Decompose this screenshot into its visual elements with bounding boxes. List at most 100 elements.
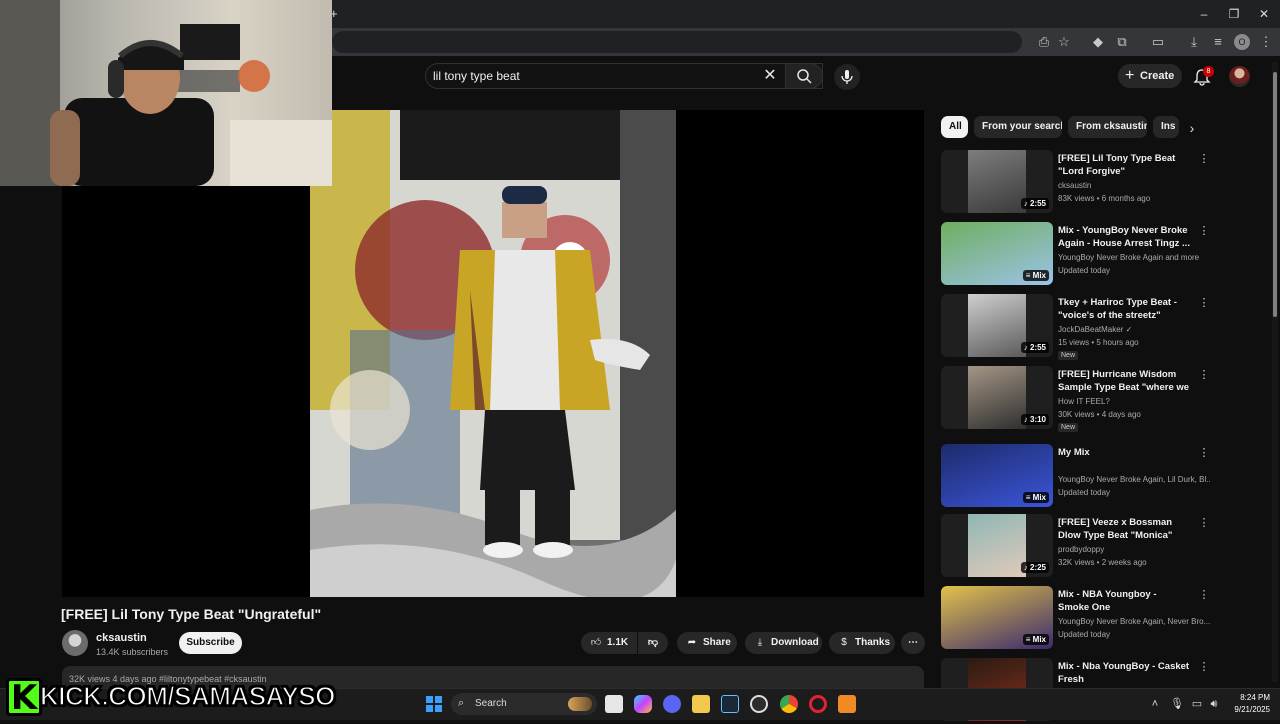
puzzle-icon[interactable]: ⧉ xyxy=(1114,34,1130,50)
install-icon[interactable]: ⎙ xyxy=(1036,34,1052,50)
extension-diamond-icon[interactable]: ◆ xyxy=(1090,34,1106,50)
chevron-right-icon[interactable]: › xyxy=(1183,119,1201,137)
task-view-icon[interactable] xyxy=(605,695,623,713)
recommendation-item[interactable]: ♪ 3:10 [FREE] Hurricane Wisdom Sample Typ… xyxy=(941,366,1211,432)
channel-name[interactable]: cksaustin xyxy=(96,632,147,644)
more-vertical-icon[interactable]: ⋮ xyxy=(1198,588,1210,602)
download-icon[interactable]: ⤓ xyxy=(1186,34,1202,50)
dislike-button[interactable]: 👎︎ xyxy=(638,632,668,654)
clear-search-icon[interactable]: ✕ xyxy=(761,67,779,85)
file-explorer-icon[interactable] xyxy=(692,695,710,713)
share-button[interactable]: ➦ Share xyxy=(677,632,737,654)
recommendation-thumbnail[interactable]: ♪ 3:10 xyxy=(941,366,1053,429)
duration-badge: ♪ 2:55 xyxy=(1020,198,1049,209)
search-icon: ⌕ xyxy=(458,697,465,709)
thanks-button[interactable]: $ Thanks xyxy=(829,632,895,654)
recommendation-title[interactable]: [FREE] Veeze x Bossman Dlow Type Beat "M… xyxy=(1058,516,1190,542)
chip-all[interactable]: All xyxy=(941,116,968,138)
duration-badge: ≡ Mix xyxy=(1022,634,1049,645)
chip-from-your-search[interactable]: From your search xyxy=(974,116,1062,138)
recommendation-item[interactable]: ≡ Mix My Mix YoungBoy Never Broke Again, L… xyxy=(941,444,1211,510)
more-vertical-icon[interactable]: ⋮ xyxy=(1198,660,1210,674)
recommendation-meta: 83K views • 6 months ago xyxy=(1058,194,1151,203)
network-icon[interactable]: ▭ xyxy=(1190,696,1204,712)
subscribe-button[interactable]: Subscribe xyxy=(179,632,242,654)
scrollbar-thumb[interactable] xyxy=(1273,72,1277,317)
recommendation-channel[interactable]: YoungBoy Never Broke Again, Never Bro... xyxy=(1058,617,1210,626)
app-circle-icon[interactable] xyxy=(750,695,768,713)
duration-badge: ♪ 2:55 xyxy=(1020,342,1049,353)
volume-icon[interactable]: 🔊︎ xyxy=(1207,696,1221,712)
recommendation-channel[interactable]: How IT FEEL? xyxy=(1058,397,1210,406)
voice-search-button[interactable] xyxy=(834,64,860,90)
windows-start-icon[interactable] xyxy=(425,695,443,713)
recommendation-title[interactable]: Mix - Nba YoungBoy - Casket Fresh xyxy=(1058,660,1190,686)
discord-icon[interactable] xyxy=(663,695,681,713)
recommendation-item[interactable]: ≡ Mix Mix - YoungBoy Never Broke Again - … xyxy=(941,222,1211,288)
more-actions-button[interactable]: ⋯ xyxy=(901,632,925,654)
close-window-button[interactable]: ✕ xyxy=(1254,6,1274,22)
opera-icon[interactable] xyxy=(809,695,827,713)
account-avatar[interactable] xyxy=(1229,66,1250,87)
download-button[interactable]: ⤓ Download xyxy=(745,632,822,654)
menu-icon[interactable]: ⋮ xyxy=(1258,34,1274,50)
search-button[interactable] xyxy=(785,63,823,89)
more-vertical-icon[interactable]: ⋮ xyxy=(1198,368,1210,382)
recommendation-item[interactable]: ≡ Mix Mix - NBA Youngboy - Smoke One Young… xyxy=(941,586,1211,652)
streamer-webcam-overlay xyxy=(0,0,332,186)
app-orange-icon[interactable] xyxy=(838,695,856,713)
recommendation-title[interactable]: Mix - YoungBoy Never Broke Again - House… xyxy=(1058,224,1190,250)
recommendation-channel[interactable]: YoungBoy Never Broke Again and more xyxy=(1058,253,1210,262)
restore-button[interactable]: ❐ xyxy=(1224,6,1244,22)
copilot-icon[interactable] xyxy=(634,695,652,713)
chrome-icon[interactable] xyxy=(780,695,798,713)
recommendation-channel[interactable]: cksaustin xyxy=(1058,181,1210,190)
widget-planet-icon[interactable] xyxy=(568,697,592,711)
recommendation-thumbnail[interactable]: ≡ Mix xyxy=(941,222,1053,285)
recommendation-title[interactable]: Mix - NBA Youngboy - Smoke One xyxy=(1058,588,1190,614)
more-vertical-icon[interactable]: ⋮ xyxy=(1198,296,1210,310)
steam-icon[interactable] xyxy=(721,695,739,713)
channel-avatar[interactable] xyxy=(62,630,88,656)
recommendation-channel[interactable]: prodbydoppy xyxy=(1058,545,1210,554)
recommendation-thumbnail[interactable]: ≡ Mix xyxy=(941,586,1053,649)
clock-time[interactable]: 8:24 PM xyxy=(1236,693,1270,702)
download-icon: ⤓ xyxy=(757,637,763,648)
more-vertical-icon[interactable]: ⋮ xyxy=(1198,224,1210,238)
recommendation-channel[interactable]: YoungBoy Never Broke Again, Lil Durk, Bl… xyxy=(1058,475,1210,484)
profile-icon[interactable]: O xyxy=(1234,34,1250,50)
thumbnail-art xyxy=(968,514,1026,577)
recommendation-title[interactable]: Tkey + Hariroc Type Beat - "voice's of t… xyxy=(1058,296,1190,322)
kick-logo: K xyxy=(6,678,42,716)
minimize-button[interactable]: – xyxy=(1194,6,1214,22)
chip-truncated[interactable]: Ins xyxy=(1153,116,1179,138)
super-thanks-icon: $ xyxy=(841,637,847,648)
like-button[interactable]: 👍︎ 1.1K xyxy=(581,632,637,654)
recommendation-thumbnail[interactable]: ♪ 2:55 xyxy=(941,294,1053,357)
address-bar[interactable] xyxy=(332,31,1022,53)
chevron-up-icon[interactable]: ˄ xyxy=(1148,696,1162,712)
search-input[interactable] xyxy=(433,66,753,86)
star-icon[interactable]: ☆ xyxy=(1056,34,1072,50)
plus-icon: + xyxy=(1125,67,1135,84)
more-vertical-icon[interactable]: ⋮ xyxy=(1198,446,1210,460)
thumbs-down-icon: 👎︎ xyxy=(647,637,659,648)
recommendation-item[interactable]: ♪ 2:55 Tkey + Hariroc Type Beat - "voice'… xyxy=(941,294,1211,360)
recommendation-channel[interactable]: JockDaBeatMaker ✓ xyxy=(1058,325,1210,334)
recommendation-thumbnail[interactable]: ≡ Mix xyxy=(941,444,1053,507)
microphone-icon[interactable]: 🎙︎ xyxy=(1170,696,1184,712)
more-vertical-icon[interactable]: ⋮ xyxy=(1198,516,1210,530)
recommendation-title[interactable]: [FREE] Hurricane Wisdom Sample Type Beat… xyxy=(1058,368,1190,394)
reading-list-icon[interactable]: ≡ xyxy=(1210,34,1226,50)
recommendation-title[interactable]: My Mix xyxy=(1058,446,1190,459)
more-vertical-icon[interactable]: ⋮ xyxy=(1198,152,1210,166)
clock-date[interactable]: 9/21/2025 xyxy=(1228,705,1270,714)
chip-from-cksaustin[interactable]: From cksaustin xyxy=(1068,116,1147,138)
recommendation-item[interactable]: ♪ 2:55 [FREE] Lil Tony Type Beat "Lord Fo… xyxy=(941,150,1211,216)
split-view-icon[interactable]: ▭ xyxy=(1150,34,1166,50)
recommendation-thumbnail[interactable]: ♪ 2:25 xyxy=(941,514,1053,577)
recommendation-meta: Updated today xyxy=(1058,266,1111,275)
recommendation-title[interactable]: [FREE] Lil Tony Type Beat "Lord Forgive" xyxy=(1058,152,1190,178)
recommendation-item[interactable]: ♪ 2:25 [FREE] Veeze x Bossman Dlow Type B… xyxy=(941,514,1211,580)
recommendation-thumbnail[interactable]: ♪ 2:55 xyxy=(941,150,1053,213)
